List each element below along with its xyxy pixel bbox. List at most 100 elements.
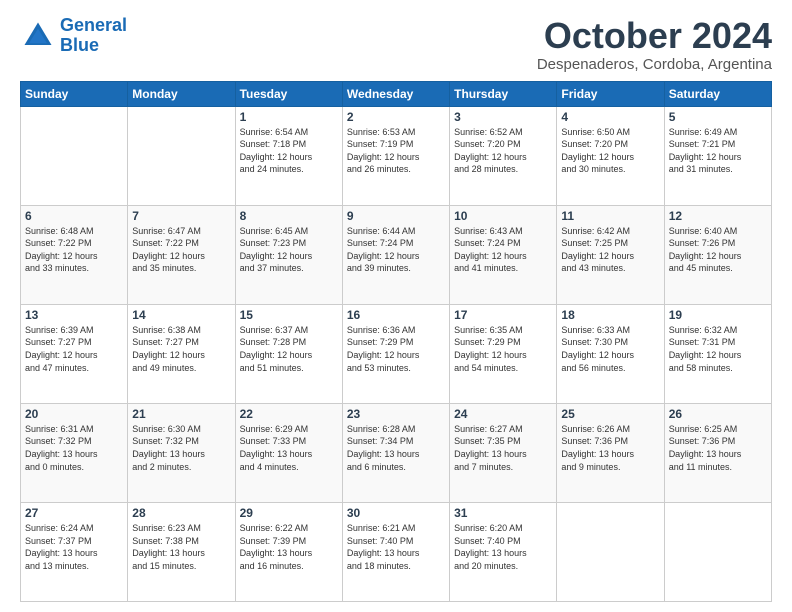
calendar-cell: 9 Sunrise: 6:44 AMSunset: 7:24 PMDaylight… <box>342 205 449 304</box>
day-number: 8 <box>240 209 338 223</box>
calendar-cell: 2Sunrise: 6:53 AMSunset: 7:19 PMDaylight… <box>342 106 449 205</box>
weekday-header-thursday: Thursday <box>450 81 557 106</box>
day-number: 13 <box>25 308 123 322</box>
day-info: Sunrise: 6:24 AMSunset: 7:37 PMDaylight:… <box>25 522 123 572</box>
day-info: Sunrise: 6:44 AMSunset: 7:24 PMDaylight:… <box>347 225 445 275</box>
day-number: 15 <box>240 308 338 322</box>
weekday-header-wednesday: Wednesday <box>342 81 449 106</box>
day-info: Sunrise: 6:45 AMSunset: 7:23 PMDaylight:… <box>240 225 338 275</box>
day-number: 23 <box>347 407 445 421</box>
day-info: Sunrise: 6:22 AMSunset: 7:39 PMDaylight:… <box>240 522 338 572</box>
logo-blue: Blue <box>60 35 99 55</box>
calendar-cell: 29 Sunrise: 6:22 AMSunset: 7:39 PMDayligh… <box>235 502 342 601</box>
day-number: 2 <box>347 110 445 124</box>
calendar-cell: 13 Sunrise: 6:39 AMSunset: 7:27 PMDayligh… <box>21 304 128 403</box>
day-info: Sunrise: 6:35 AMSunset: 7:29 PMDaylight:… <box>454 324 552 374</box>
day-info: Sunrise: 6:21 AMSunset: 7:40 PMDaylight:… <box>347 522 445 572</box>
day-info: Sunrise: 6:47 AMSunset: 7:22 PMDaylight:… <box>132 225 230 275</box>
day-number: 17 <box>454 308 552 322</box>
day-info: Sunrise: 6:31 AMSunset: 7:32 PMDaylight:… <box>25 423 123 473</box>
calendar-cell: 10 Sunrise: 6:43 AMSunset: 7:24 PMDayligh… <box>450 205 557 304</box>
calendar-cell: 25Sunrise: 6:26 AMSunset: 7:36 PMDayligh… <box>557 403 664 502</box>
calendar-cell: 8 Sunrise: 6:45 AMSunset: 7:23 PMDaylight… <box>235 205 342 304</box>
day-number: 18 <box>561 308 659 322</box>
calendar-cell <box>664 502 771 601</box>
day-number: 10 <box>454 209 552 223</box>
weekday-header-saturday: Saturday <box>664 81 771 106</box>
weekday-header-friday: Friday <box>557 81 664 106</box>
day-number: 7 <box>132 209 230 223</box>
day-info: Sunrise: 6:43 AMSunset: 7:24 PMDaylight:… <box>454 225 552 275</box>
day-number: 21 <box>132 407 230 421</box>
header: General Blue October 2024 Despenaderos, … <box>20 16 772 73</box>
calendar-cell: 4Sunrise: 6:50 AMSunset: 7:20 PMDaylight… <box>557 106 664 205</box>
day-info: Sunrise: 6:28 AMSunset: 7:34 PMDaylight:… <box>347 423 445 473</box>
page: General Blue October 2024 Despenaderos, … <box>0 0 792 612</box>
weekday-header-monday: Monday <box>128 81 235 106</box>
day-info: Sunrise: 6:30 AMSunset: 7:32 PMDaylight:… <box>132 423 230 473</box>
day-number: 9 <box>347 209 445 223</box>
day-info: Sunrise: 6:29 AMSunset: 7:33 PMDaylight:… <box>240 423 338 473</box>
day-info: Sunrise: 6:20 AMSunset: 7:40 PMDaylight:… <box>454 522 552 572</box>
day-number: 29 <box>240 506 338 520</box>
logo-icon <box>20 18 56 54</box>
day-number: 19 <box>669 308 767 322</box>
day-number: 25 <box>561 407 659 421</box>
day-info: Sunrise: 6:32 AMSunset: 7:31 PMDaylight:… <box>669 324 767 374</box>
weekday-header-tuesday: Tuesday <box>235 81 342 106</box>
day-info: Sunrise: 6:42 AMSunset: 7:25 PMDaylight:… <box>561 225 659 275</box>
calendar-cell: 5Sunrise: 6:49 AMSunset: 7:21 PMDaylight… <box>664 106 771 205</box>
calendar-cell: 20Sunrise: 6:31 AMSunset: 7:32 PMDayligh… <box>21 403 128 502</box>
calendar-cell: 12Sunrise: 6:40 AMSunset: 7:26 PMDayligh… <box>664 205 771 304</box>
calendar-cell: 15Sunrise: 6:37 AMSunset: 7:28 PMDayligh… <box>235 304 342 403</box>
calendar-cell: 30 Sunrise: 6:21 AMSunset: 7:40 PMDayligh… <box>342 502 449 601</box>
day-info: Sunrise: 6:40 AMSunset: 7:26 PMDaylight:… <box>669 225 767 275</box>
day-info: Sunrise: 6:23 AMSunset: 7:38 PMDaylight:… <box>132 522 230 572</box>
calendar-cell: 23 Sunrise: 6:28 AMSunset: 7:34 PMDayligh… <box>342 403 449 502</box>
calendar-cell: 28Sunrise: 6:23 AMSunset: 7:38 PMDayligh… <box>128 502 235 601</box>
logo: General Blue <box>20 16 127 56</box>
day-info: Sunrise: 6:52 AMSunset: 7:20 PMDaylight:… <box>454 126 552 176</box>
calendar-cell: 6Sunrise: 6:48 AMSunset: 7:22 PMDaylight… <box>21 205 128 304</box>
calendar-cell: 31 Sunrise: 6:20 AMSunset: 7:40 PMDayligh… <box>450 502 557 601</box>
calendar-cell <box>21 106 128 205</box>
logo-general: General <box>60 15 127 35</box>
calendar-cell <box>557 502 664 601</box>
calendar-cell: 11Sunrise: 6:42 AMSunset: 7:25 PMDayligh… <box>557 205 664 304</box>
calendar-cell: 1Sunrise: 6:54 AMSunset: 7:18 PMDaylight… <box>235 106 342 205</box>
calendar-week-row: 6Sunrise: 6:48 AMSunset: 7:22 PMDaylight… <box>21 205 772 304</box>
day-info: Sunrise: 6:54 AMSunset: 7:18 PMDaylight:… <box>240 126 338 176</box>
day-number: 30 <box>347 506 445 520</box>
calendar-week-row: 13 Sunrise: 6:39 AMSunset: 7:27 PMDayligh… <box>21 304 772 403</box>
day-info: Sunrise: 6:33 AMSunset: 7:30 PMDaylight:… <box>561 324 659 374</box>
calendar-cell: 7 Sunrise: 6:47 AMSunset: 7:22 PMDaylight… <box>128 205 235 304</box>
calendar-cell: 18 Sunrise: 6:33 AMSunset: 7:30 PMDayligh… <box>557 304 664 403</box>
weekday-header-sunday: Sunday <box>21 81 128 106</box>
day-info: Sunrise: 6:38 AMSunset: 7:27 PMDaylight:… <box>132 324 230 374</box>
day-number: 26 <box>669 407 767 421</box>
calendar-cell: 27 Sunrise: 6:24 AMSunset: 7:37 PMDayligh… <box>21 502 128 601</box>
day-number: 6 <box>25 209 123 223</box>
calendar-week-row: 20Sunrise: 6:31 AMSunset: 7:32 PMDayligh… <box>21 403 772 502</box>
day-info: Sunrise: 6:27 AMSunset: 7:35 PMDaylight:… <box>454 423 552 473</box>
day-number: 14 <box>132 308 230 322</box>
day-number: 27 <box>25 506 123 520</box>
calendar-subtitle: Despenaderos, Cordoba, Argentina <box>537 56 772 73</box>
calendar-cell: 19 Sunrise: 6:32 AMSunset: 7:31 PMDayligh… <box>664 304 771 403</box>
weekday-header-row: SundayMondayTuesdayWednesdayThursdayFrid… <box>21 81 772 106</box>
calendar-table: SundayMondayTuesdayWednesdayThursdayFrid… <box>20 81 772 602</box>
calendar-cell: 17 Sunrise: 6:35 AMSunset: 7:29 PMDayligh… <box>450 304 557 403</box>
calendar-cell <box>128 106 235 205</box>
calendar-cell: 16Sunrise: 6:36 AMSunset: 7:29 PMDayligh… <box>342 304 449 403</box>
title-block: October 2024 Despenaderos, Cordoba, Arge… <box>537 16 772 73</box>
day-info: Sunrise: 6:25 AMSunset: 7:36 PMDaylight:… <box>669 423 767 473</box>
day-number: 31 <box>454 506 552 520</box>
calendar-cell: 21 Sunrise: 6:30 AMSunset: 7:32 PMDayligh… <box>128 403 235 502</box>
day-info: Sunrise: 6:36 AMSunset: 7:29 PMDaylight:… <box>347 324 445 374</box>
day-number: 22 <box>240 407 338 421</box>
calendar-week-row: 1Sunrise: 6:54 AMSunset: 7:18 PMDaylight… <box>21 106 772 205</box>
day-info: Sunrise: 6:39 AMSunset: 7:27 PMDaylight:… <box>25 324 123 374</box>
day-info: Sunrise: 6:49 AMSunset: 7:21 PMDaylight:… <box>669 126 767 176</box>
calendar-cell: 22 Sunrise: 6:29 AMSunset: 7:33 PMDayligh… <box>235 403 342 502</box>
calendar-cell: 24Sunrise: 6:27 AMSunset: 7:35 PMDayligh… <box>450 403 557 502</box>
